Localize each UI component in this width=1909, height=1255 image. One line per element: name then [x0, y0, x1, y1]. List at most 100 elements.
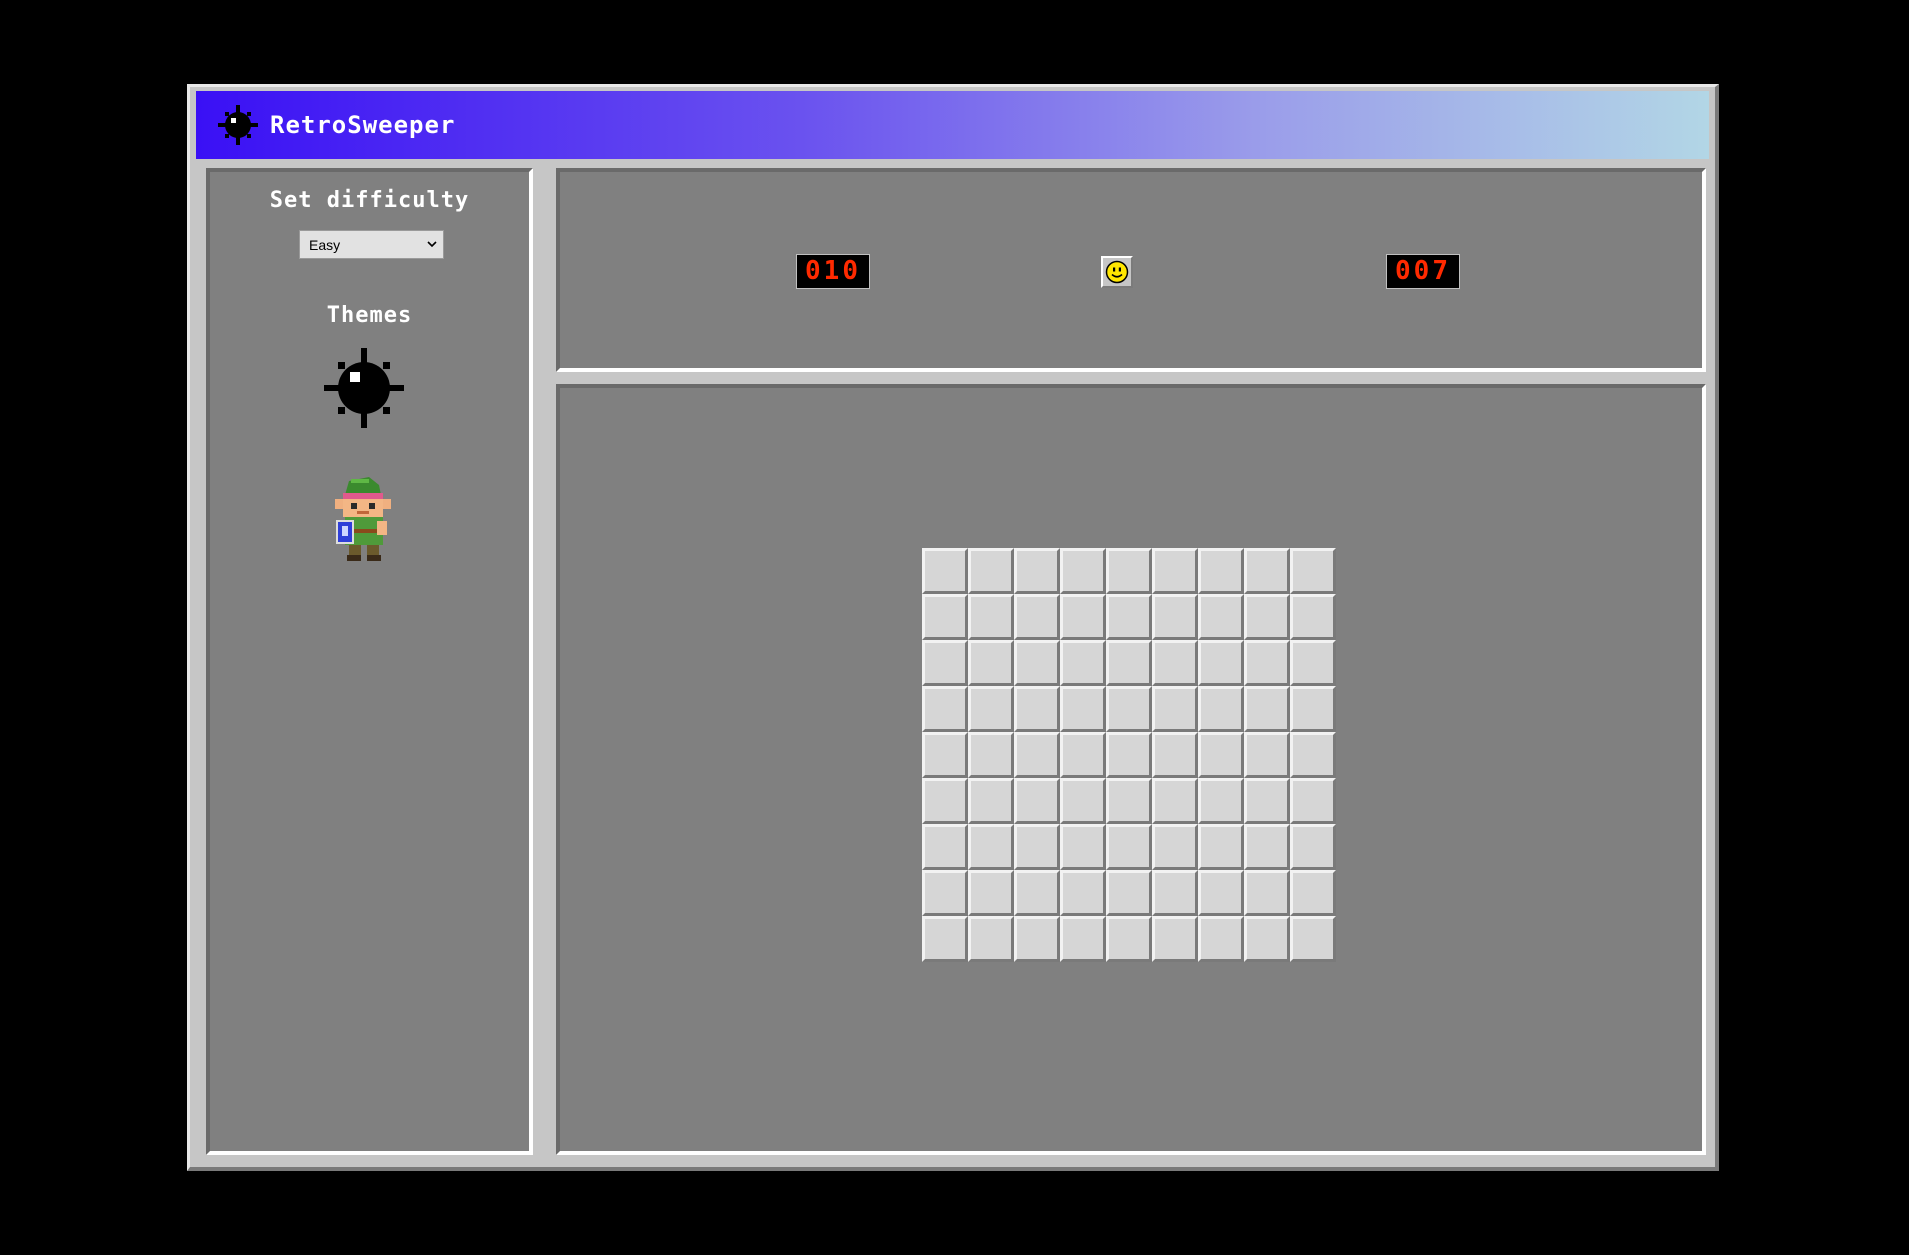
minefield-cell[interactable] — [1152, 916, 1198, 962]
minefield-cell[interactable] — [1244, 686, 1290, 732]
minefield-cell[interactable] — [968, 640, 1014, 686]
minefield-cell[interactable] — [968, 778, 1014, 824]
minefield-cell[interactable] — [1152, 824, 1198, 870]
timer: 007 — [1386, 254, 1460, 289]
minefield-cell[interactable] — [1014, 594, 1060, 640]
minefield-cell[interactable] — [1244, 548, 1290, 594]
minefield-cell[interactable] — [1290, 686, 1336, 732]
themes-heading: Themes — [326, 303, 413, 328]
minefield-cell[interactable] — [1106, 594, 1152, 640]
minefield-cell[interactable] — [922, 686, 968, 732]
bomb-icon — [218, 105, 258, 145]
app-title: RetroSweeper — [270, 111, 456, 139]
minefield-cell[interactable] — [1014, 640, 1060, 686]
difficulty-heading: Set difficulty — [269, 188, 470, 213]
chevron-down-icon — [427, 241, 437, 248]
minefield-cell[interactable] — [922, 594, 968, 640]
minefield-cell[interactable] — [1106, 916, 1152, 962]
link-sprite-icon[interactable] — [331, 477, 395, 562]
minefield-cell[interactable] — [1060, 732, 1106, 778]
minefield-cell[interactable] — [1198, 824, 1244, 870]
reset-face-button[interactable] — [1101, 256, 1133, 288]
minefield-cell[interactable] — [1290, 732, 1336, 778]
minefield-cell[interactable] — [922, 778, 968, 824]
minefield-cell[interactable] — [1290, 548, 1336, 594]
minefield-cell[interactable] — [1244, 778, 1290, 824]
minefield-cell[interactable] — [1014, 778, 1060, 824]
minefield-cell[interactable] — [922, 640, 968, 686]
minefield-cell[interactable] — [968, 870, 1014, 916]
minefield-cell[interactable] — [1152, 778, 1198, 824]
minefield-cell[interactable] — [1198, 778, 1244, 824]
minefield-cell[interactable] — [1244, 640, 1290, 686]
minefield-cell[interactable] — [1014, 916, 1060, 962]
minefield-cell[interactable] — [1198, 686, 1244, 732]
title-bar: RetroSweeper — [196, 91, 1709, 159]
minefield-cell[interactable] — [922, 548, 968, 594]
status-panel: 010 007 — [556, 168, 1706, 372]
minefield-cell[interactable] — [1152, 732, 1198, 778]
minefield-cell[interactable] — [1152, 548, 1198, 594]
minefield-cell[interactable] — [1060, 686, 1106, 732]
minefield-cell[interactable] — [1106, 548, 1152, 594]
difficulty-select[interactable]: Easy — [299, 230, 444, 259]
minefield-cell[interactable] — [1290, 640, 1336, 686]
difficulty-selected-value: Easy — [309, 236, 341, 253]
minefield-cell[interactable] — [1060, 594, 1106, 640]
minefield-cell[interactable] — [1060, 548, 1106, 594]
minefield-cell[interactable] — [1152, 640, 1198, 686]
minefield-cell[interactable] — [968, 594, 1014, 640]
minefield-cell[interactable] — [1060, 640, 1106, 686]
minefield-cell[interactable] — [1244, 870, 1290, 916]
minefield-cell[interactable] — [1106, 732, 1152, 778]
minefield-cell[interactable] — [1198, 594, 1244, 640]
minefield-cell[interactable] — [922, 824, 968, 870]
minefield-cell[interactable] — [1244, 732, 1290, 778]
minefield-grid — [922, 548, 1336, 962]
minefield-cell[interactable] — [1198, 640, 1244, 686]
minefield-cell[interactable] — [1290, 870, 1336, 916]
minefield-cell[interactable] — [1060, 870, 1106, 916]
minefield-cell[interactable] — [1106, 778, 1152, 824]
minefield-cell[interactable] — [1198, 548, 1244, 594]
minefield-cell[interactable] — [968, 824, 1014, 870]
minefield-cell[interactable] — [1198, 870, 1244, 916]
minefield-cell[interactable] — [1198, 732, 1244, 778]
bomb-icon[interactable] — [324, 348, 404, 428]
minefield-cell[interactable] — [1014, 686, 1060, 732]
minefield-cell[interactable] — [968, 686, 1014, 732]
minefield-cell[interactable] — [922, 870, 968, 916]
minefield-cell[interactable] — [1290, 778, 1336, 824]
minefield-cell[interactable] — [1290, 824, 1336, 870]
minefield-cell[interactable] — [968, 916, 1014, 962]
minefield-cell[interactable] — [1244, 824, 1290, 870]
smiley-face-icon — [1105, 260, 1129, 284]
minefield-cell[interactable] — [1106, 824, 1152, 870]
minefield-cell[interactable] — [1014, 870, 1060, 916]
minefield-cell[interactable] — [968, 548, 1014, 594]
sidebar: Set difficulty Easy Themes — [206, 168, 533, 1155]
minefield-cell[interactable] — [1152, 594, 1198, 640]
minefield-cell[interactable] — [1198, 916, 1244, 962]
minefield-cell[interactable] — [1244, 594, 1290, 640]
minefield-cell[interactable] — [1290, 594, 1336, 640]
minefield-cell[interactable] — [1106, 640, 1152, 686]
minefield-cell[interactable] — [968, 732, 1014, 778]
board-panel — [556, 384, 1706, 1155]
game-window: RetroSweeper Set difficulty Easy Themes — [187, 84, 1719, 1171]
mine-counter: 010 — [796, 254, 870, 289]
minefield-cell[interactable] — [1014, 548, 1060, 594]
minefield-cell[interactable] — [922, 916, 968, 962]
minefield-cell[interactable] — [1244, 916, 1290, 962]
minefield-cell[interactable] — [1060, 916, 1106, 962]
minefield-cell[interactable] — [1290, 916, 1336, 962]
minefield-cell[interactable] — [1106, 686, 1152, 732]
minefield-cell[interactable] — [1014, 824, 1060, 870]
minefield-cell[interactable] — [1060, 824, 1106, 870]
minefield-cell[interactable] — [1152, 686, 1198, 732]
minefield-cell[interactable] — [1152, 870, 1198, 916]
minefield-cell[interactable] — [1060, 778, 1106, 824]
minefield-cell[interactable] — [1014, 732, 1060, 778]
minefield-cell[interactable] — [922, 732, 968, 778]
minefield-cell[interactable] — [1106, 870, 1152, 916]
